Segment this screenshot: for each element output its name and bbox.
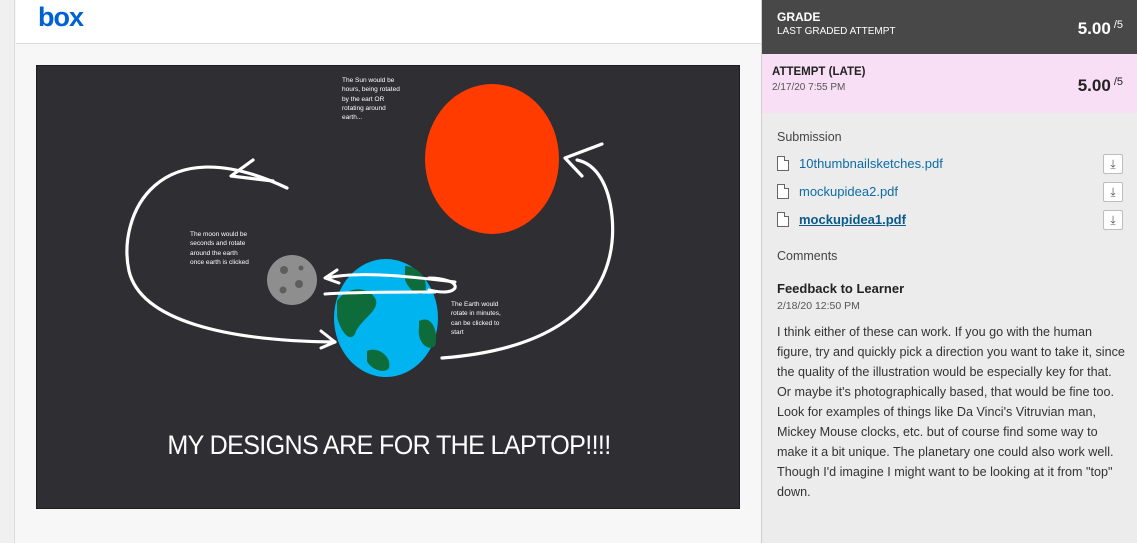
slide-caption: MY DESIGNS ARE FOR THE LAPTOP!!!! [167, 430, 611, 460]
submission-label: Submission [777, 130, 842, 144]
left-gutter [0, 0, 15, 543]
sun-shape [425, 84, 559, 234]
attempt-title: ATTEMPT (LATE) [772, 66, 866, 78]
attempt-score-denominator: /5 [1113, 76, 1123, 88]
submission-file-row: 10thumbnailsketches.pdf ⤓ [777, 154, 1123, 176]
feedback-title: Feedback to Learner [777, 281, 905, 296]
submission-file-link[interactable]: mockupidea2.pdf [799, 184, 898, 199]
grade-title: GRADE [777, 10, 821, 24]
download-icon[interactable]: ⤓ [1103, 210, 1123, 230]
download-icon[interactable]: ⤓ [1103, 182, 1123, 202]
attempt-date: 2/17/20 7:55 PM [772, 82, 846, 93]
moon-crater [295, 280, 303, 288]
submission-file-link-active[interactable]: mockupidea1.pdf [799, 212, 906, 227]
attempt-score: 5.00/5 [1078, 76, 1123, 96]
grade-score-value: 5.00 [1077, 19, 1111, 38]
earth-note: The Earth would rotate in minutes, can b… [451, 301, 501, 336]
attempt-score-value: 5.00 [1077, 76, 1111, 95]
viewer-header: box [16, 0, 761, 44]
comments-label: Comments [777, 249, 838, 263]
grade-subtitle: LAST GRADED ATTEMPT [777, 26, 896, 37]
left-orbit-arrowhead-bottom [319, 329, 337, 350]
moon-crater [279, 286, 287, 294]
file-icon [777, 156, 789, 171]
feedback-text: I think either of these can work. If you… [777, 325, 1125, 499]
box-logo[interactable]: box [38, 2, 84, 33]
grade-summary: GRADE LAST GRADED ATTEMPT 5.00/5 [762, 0, 1137, 54]
grade-score: 5.00/5 [1078, 19, 1123, 39]
grade-score-denominator: /5 [1113, 19, 1123, 31]
grading-panel: GRADE LAST GRADED ATTEMPT 5.00/5 ATTEMPT… [761, 0, 1137, 543]
moon-shape [267, 255, 317, 305]
document-viewer: box The Sun would be hours, being rotate… [0, 0, 761, 543]
slide-preview: The Sun would be hours, being rotated by… [36, 65, 740, 509]
attempt-summary[interactable]: ATTEMPT (LATE) 2/17/20 7:55 PM 5.00/5 [762, 54, 1137, 113]
submission-file-row: mockupidea2.pdf ⤓ [777, 182, 1123, 204]
moon-note: The moon would be seconds and rotate aro… [190, 231, 249, 266]
file-icon [777, 184, 789, 199]
feedback-date: 2/18/20 12:50 PM [777, 300, 860, 312]
download-icon[interactable]: ⤓ [1103, 154, 1123, 174]
sun-note: The Sun would be hours, being rotated by… [342, 77, 400, 122]
moon-crater [298, 265, 304, 271]
submission-file-link[interactable]: 10thumbnailsketches.pdf [799, 156, 943, 171]
file-icon [777, 212, 789, 227]
moon-crater [280, 266, 288, 274]
submission-file-row: mockupidea1.pdf ⤓ [777, 210, 1123, 232]
